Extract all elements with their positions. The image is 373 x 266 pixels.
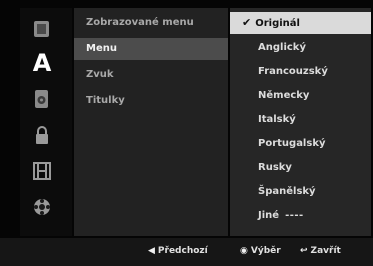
option-label: Portugalský xyxy=(258,138,326,149)
option-original[interactable]: ✔ Originál xyxy=(230,12,371,34)
option-russian[interactable]: Rusky xyxy=(230,157,371,179)
menu-item-subtitles[interactable]: Titulky xyxy=(74,90,228,112)
option-portuguese[interactable]: Portugalský xyxy=(230,133,371,155)
checkmark-icon: ✔ xyxy=(242,16,252,29)
option-french[interactable]: Francouzský xyxy=(230,61,371,83)
option-label: Originál xyxy=(255,18,300,29)
language-code-field[interactable]: ---- xyxy=(285,210,304,221)
menu-item-menu[interactable]: Menu xyxy=(74,38,228,60)
language-letter: A xyxy=(32,49,52,77)
option-label: Jiné xyxy=(258,210,280,221)
select-hint[interactable]: ◉ Výběr xyxy=(240,246,281,256)
language-menu-list: Zobrazované menu Menu Zvuk Titulky xyxy=(74,8,228,236)
option-label: Italský xyxy=(258,114,296,125)
menu-item-label: Zvuk xyxy=(86,69,114,80)
option-label: Německy xyxy=(258,90,310,101)
close-hint[interactable]: ↩ Zavřít xyxy=(300,246,341,256)
option-label: Rusky xyxy=(258,162,292,173)
disc-icon[interactable] xyxy=(28,16,56,42)
option-english[interactable]: Anglický xyxy=(230,37,371,59)
menu-item-label: Zobrazované menu xyxy=(86,17,194,28)
option-label: Francouzský xyxy=(258,66,328,77)
previous-label: Předchozí xyxy=(157,246,208,256)
film-icon[interactable] xyxy=(28,158,56,184)
select-label: Výběr xyxy=(250,246,281,256)
dvd-setup-screen: A Zobrazované menu Menu Zvuk Titulky ✔ O… xyxy=(0,0,373,266)
previous-hint[interactable]: ◀ Předchozí xyxy=(148,246,208,256)
audio-icon[interactable] xyxy=(28,86,56,112)
enter-icon: ◉ xyxy=(240,246,248,256)
menu-item-display-menu[interactable]: Zobrazované menu xyxy=(74,12,228,34)
menu-item-label: Menu xyxy=(86,43,117,54)
close-label: Zavřít xyxy=(310,246,341,256)
option-label: Španělský xyxy=(258,186,316,197)
lock-icon[interactable] xyxy=(28,122,56,148)
option-german[interactable]: Německy xyxy=(230,85,371,107)
option-italian[interactable]: Italský xyxy=(230,109,371,131)
return-icon: ↩ xyxy=(300,246,308,256)
navigation-hint-bar: ◀ Předchozí ◉ Výběr ↩ Zavřít xyxy=(0,238,373,266)
menu-item-label: Titulky xyxy=(86,95,125,106)
arrow-left-icon: ◀ xyxy=(148,246,155,256)
language-icon[interactable]: A xyxy=(28,48,56,78)
category-icon-bar: A xyxy=(20,8,72,236)
menu-item-audio[interactable]: Zvuk xyxy=(74,64,228,86)
option-other[interactable]: Jiné ---- xyxy=(230,205,371,227)
language-options-list: ✔ Originál Anglický Francouzský Německy I… xyxy=(230,8,371,236)
option-label: Anglický xyxy=(258,42,306,53)
option-spanish[interactable]: Španělský xyxy=(230,181,371,203)
settings-icon[interactable] xyxy=(28,194,56,220)
